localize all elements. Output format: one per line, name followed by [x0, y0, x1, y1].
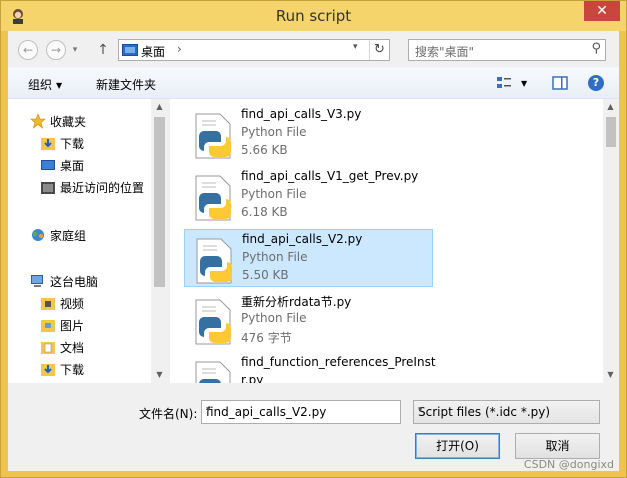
file-item[interactable]: find_api_calls_V3.py Python File 5.66 KB [184, 105, 433, 163]
change-view-icon[interactable] [496, 75, 512, 91]
documents-folder-icon [41, 342, 55, 354]
scroll-thumb[interactable] [154, 117, 165, 287]
sidebar-item-label: 视频 [60, 297, 85, 311]
close-button[interactable]: ✕ [584, 1, 620, 21]
sidebar-item-label: 下载 [60, 363, 85, 377]
computer-icon [31, 275, 43, 287]
navigation-bar: ← → ▾ ↑ 桌面 › ▾ ↻ 搜索"桌面" ⚲ [8, 31, 619, 67]
refresh-button[interactable]: ↻ [369, 40, 389, 60]
videos-folder-icon [41, 298, 55, 310]
python-file-icon [195, 299, 231, 345]
file-size: 476 字节 [241, 331, 292, 345]
scroll-down-arrow[interactable]: ▼ [603, 367, 618, 382]
python-file-icon [195, 361, 231, 383]
organize-menu[interactable]: 组织 ▼ [28, 76, 62, 93]
desktop-folder-icon [122, 44, 138, 56]
sidebar-item-label: 文档 [60, 341, 85, 355]
download-folder-icon [41, 138, 55, 150]
filelist-scrollbar[interactable]: ▲ ▼ [603, 99, 619, 383]
file-item-selected[interactable]: find_api_calls_V2.py Python File 5.50 KB [184, 229, 433, 287]
address-bar[interactable]: 桌面 › ▾ ↻ [118, 39, 390, 61]
scroll-down-arrow[interactable]: ▼ [152, 367, 167, 382]
file-type: Python File [242, 250, 308, 264]
file-name-line2: r.py [241, 373, 264, 383]
sidebar-item-label: 下载 [60, 137, 85, 151]
scroll-thumb[interactable] [606, 117, 616, 147]
file-name: find_api_calls_V2.py [242, 232, 363, 246]
watermark: CSDN @dongixd [523, 458, 614, 471]
file-name: find_api_calls_V3.py [241, 107, 362, 121]
open-button[interactable]: 打开(O) [415, 433, 500, 459]
help-icon[interactable]: ? [588, 75, 604, 91]
file-type: Python File [241, 187, 307, 201]
file-type: Python File [241, 125, 307, 139]
cancel-button[interactable]: 取消 [515, 433, 600, 459]
file-type: Python File [241, 311, 307, 325]
file-name: 重新分析rdata节.py [241, 295, 352, 309]
homegroup-icon [32, 229, 44, 241]
sidebar-item-label: 这台电脑 [50, 275, 99, 289]
file-size: 6.18 KB [241, 205, 288, 219]
breadcrumb-separator[interactable]: › [177, 42, 182, 56]
chevron-down-icon[interactable]: ▾ [418, 405, 593, 415]
preview-pane-icon[interactable] [552, 75, 568, 91]
sidebar-item-label: 收藏夹 [50, 115, 87, 129]
organize-label: 组织 [28, 78, 53, 92]
file-item[interactable]: find_function_references_PreInst r.py [184, 353, 436, 383]
command-bar: 组织 ▼ 新建文件夹 ▼ ? [8, 67, 619, 99]
pictures-folder-icon [41, 320, 55, 332]
chevron-down-icon[interactable]: ▾ [206, 405, 396, 415]
filename-label: 文件名(N): [139, 407, 198, 421]
search-box[interactable]: 搜索"桌面" ⚲ [408, 39, 606, 61]
navigation-pane: 收藏夹 下载 桌面 最近访问的位置 家庭组 这台电脑 视频 图片 文档 下载 ▲… [8, 99, 168, 383]
search-input[interactable]: 搜索"桌面" [415, 43, 474, 60]
filename-field[interactable]: find_api_calls_V2.py ▾ [201, 400, 401, 424]
breadcrumb-desktop[interactable]: 桌面 [141, 43, 165, 60]
search-icon[interactable]: ⚲ [591, 41, 601, 56]
desktop-icon [41, 160, 55, 170]
sidebar-item-label: 家庭组 [50, 229, 87, 243]
back-button[interactable]: ← [18, 40, 38, 60]
sidebar-item-label: 桌面 [60, 159, 85, 173]
python-file-icon [196, 238, 232, 284]
sidebar-item-label: 图片 [60, 319, 85, 333]
file-type-filter[interactable]: Script files (*.idc *.py) ▾ [413, 400, 600, 424]
recent-locations-dropdown[interactable]: ▾ [68, 41, 82, 59]
window-title: Run script [275, 7, 352, 25]
star-icon [30, 113, 46, 129]
new-folder-button[interactable]: 新建文件夹 [96, 76, 156, 93]
forward-button[interactable]: → [46, 40, 66, 60]
dialog-body: ← → ▾ ↑ 桌面 › ▾ ↻ 搜索"桌面" ⚲ 组织 ▼ 新建文件夹 ▼ ?… [8, 31, 619, 471]
download-folder-icon [41, 364, 55, 376]
file-size: 5.50 KB [242, 268, 289, 282]
title-bar[interactable]: Run script ✕ [1, 1, 626, 31]
navpane-scrollbar[interactable]: ▲ ▼ [151, 99, 168, 383]
file-item[interactable]: 重新分析rdata节.py Python File 476 字节 [184, 291, 433, 349]
scroll-up-arrow[interactable]: ▲ [603, 99, 618, 114]
scroll-up-arrow[interactable]: ▲ [152, 99, 167, 114]
file-name-line1: find_function_references_PreInst [241, 355, 436, 369]
address-dropdown-icon[interactable]: ▾ [353, 42, 358, 52]
recent-places-icon [41, 182, 55, 194]
python-file-icon [195, 113, 231, 159]
file-name: find_api_calls_V1_get_Prev.py [241, 169, 419, 183]
file-size: 5.66 KB [241, 143, 288, 157]
view-options-dropdown[interactable]: ▼ [521, 79, 527, 88]
run-script-dialog: Run script ✕ ← → ▾ ↑ 桌面 › ▾ ↻ 搜索"桌面" ⚲ 组… [0, 0, 627, 478]
chevron-down-icon: ▼ [56, 81, 63, 90]
python-file-icon [195, 175, 231, 221]
file-list: find_api_calls_V3.py Python File 5.66 KB… [170, 99, 603, 383]
sidebar-item-label: 最近访问的位置 [60, 181, 145, 195]
file-item[interactable]: find_api_calls_V1_get_Prev.py Python Fil… [184, 167, 433, 225]
up-button[interactable]: ↑ [96, 41, 110, 59]
